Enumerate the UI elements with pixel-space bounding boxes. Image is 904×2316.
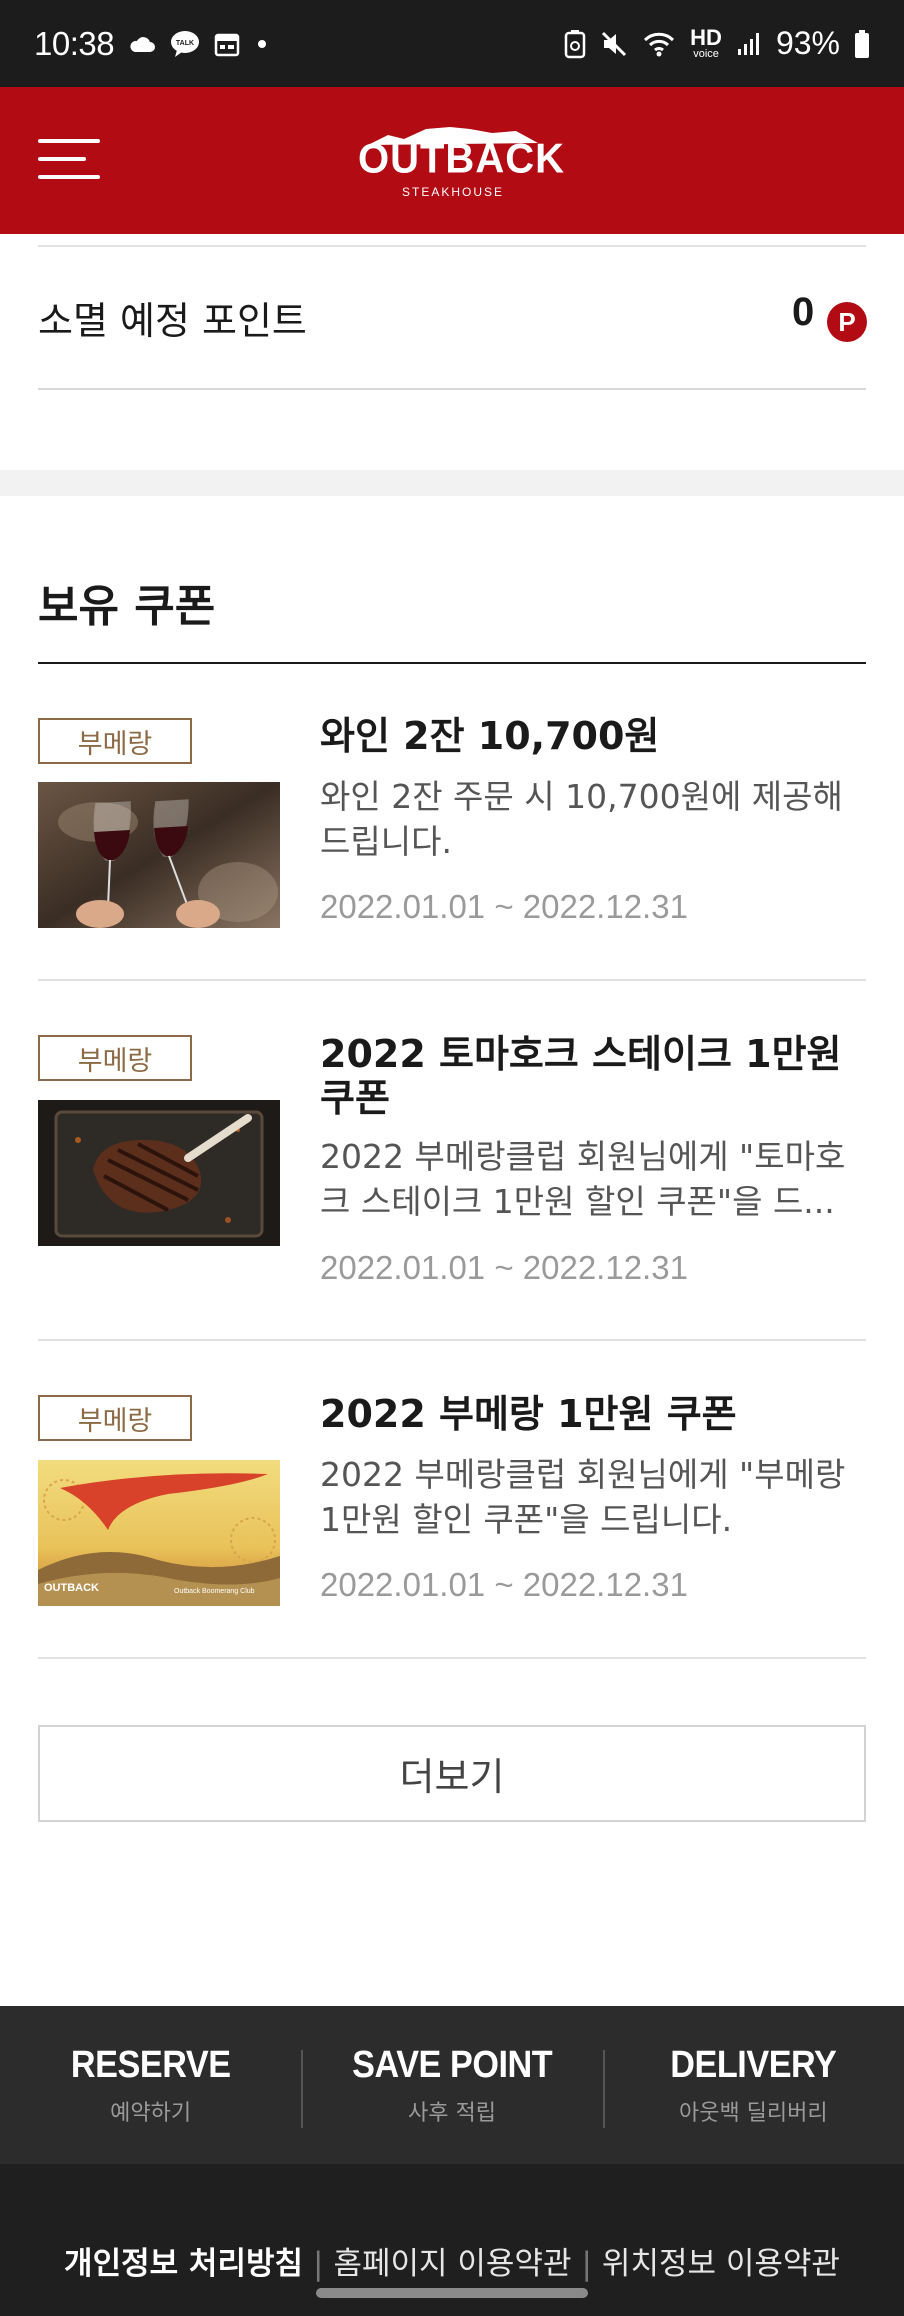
logo-text: OUTBACK: [358, 135, 565, 183]
coupon-title[interactable]: 와인 2잔 10,700원: [320, 714, 866, 758]
battery-icon: [854, 29, 870, 59]
divider: [38, 1339, 866, 1341]
divider: [38, 245, 866, 247]
coupon-title[interactable]: 2022 부메랑 1만원 쿠폰: [320, 1392, 866, 1436]
footer-item-title: SAVE POINT: [351, 2043, 553, 2086]
coupon-badge: 부메랑: [38, 718, 192, 764]
privacy-policy-link[interactable]: 개인정보 처리방침: [64, 2246, 303, 2282]
hamburger-icon: [38, 139, 100, 143]
mute-icon: [600, 30, 628, 58]
coupon-date: 2022.01.01 ~ 2022.12.31: [320, 888, 688, 925]
svg-text:TALK: TALK: [176, 40, 194, 47]
signal-icon: [736, 31, 762, 57]
coupon-description: 와인 2잔 주문 시 10,700원에 제공해 드립니다.: [320, 777, 843, 861]
boomerang-image-logo: OUTBACK: [44, 1582, 99, 1594]
coupon-badge: 부메랑: [38, 1035, 192, 1081]
footer-item-title: RESERVE: [70, 2043, 231, 2086]
tomahawk-steak-image[interactable]: [38, 1100, 280, 1246]
footer-item-subtitle: 예약하기: [110, 2100, 192, 2126]
battery-saver-icon: [564, 29, 586, 59]
footer-item-subtitle: 사후 적립: [408, 2100, 496, 2126]
cloud-icon: [128, 34, 156, 54]
dot-icon: [254, 36, 270, 52]
home-indicator[interactable]: [316, 2288, 588, 2298]
expiring-points-label: 소멸 예정 포인트: [38, 299, 307, 343]
wifi-icon: [642, 30, 676, 58]
save-point-button[interactable]: SAVE POINT 사후 적립: [301, 2006, 602, 2164]
link-separator: |: [313, 2246, 324, 2282]
footer-item-title: DELIVERY: [670, 2043, 837, 2086]
app-header: OUTBACK STEAKHOUSE: [0, 87, 904, 234]
link-separator: |: [581, 2246, 592, 2282]
expiring-points-value: 0: [792, 290, 815, 334]
footer-links-row: 개인정보 처리방침 | 홈페이지 이용약관 | 위치정보 이용약관: [0, 2238, 904, 2283]
boomerang-club-image[interactable]: OUTBACK Outback Boomerang Club: [38, 1460, 280, 1606]
hamburger-icon: [38, 175, 100, 179]
wine-glasses-image[interactable]: [38, 782, 280, 928]
coupon-badge: 부메랑: [38, 1395, 192, 1441]
boomerang-image-caption: Outback Boomerang Club: [174, 1588, 255, 1595]
coupon-date: 2022.01.01 ~ 2022.12.31: [320, 1249, 688, 1286]
divider: [38, 979, 866, 981]
divider: [38, 1657, 866, 1659]
talk-icon: TALK: [170, 30, 200, 58]
homepage-terms-link[interactable]: 홈페이지 이용약관: [333, 2246, 571, 2282]
section-separator: [0, 470, 904, 496]
logo-subtext: STEAKHOUSE: [401, 185, 505, 199]
menu-button[interactable]: [38, 133, 100, 185]
coupon-date: 2022.01.01 ~ 2022.12.31: [320, 1566, 688, 1603]
point-badge-icon: P: [827, 302, 867, 342]
divider: [38, 388, 866, 390]
coupon-description: 2022 부메랑클럽 회원님에게 "부메랑 1만원 할인 쿠폰"을 드립니다.: [320, 1455, 846, 1539]
calendar-icon: [214, 31, 240, 57]
status-bar: 10:38 TALK HD voice 93%: [0, 0, 904, 87]
delivery-button[interactable]: DELIVERY 아웃백 딜리버리: [602, 2006, 904, 2164]
outback-logo[interactable]: OUTBACK STEAKHOUSE: [358, 123, 565, 203]
coupon-title[interactable]: 2022 토마호크 스테이크 1만원 쿠폰: [320, 1032, 866, 1120]
hamburger-icon: [38, 157, 86, 161]
status-time: 10:38: [34, 24, 115, 62]
section-rule: [38, 662, 866, 664]
coupon-description: 2022 부메랑클럽 회원님에게 "토마호크 스테이크 1만원 할인 쿠폰"을 …: [320, 1137, 846, 1221]
reserve-button[interactable]: RESERVE 예약하기: [0, 2006, 301, 2164]
footer-nav: RESERVE 예약하기 SAVE POINT 사후 적립 DELIVERY 아…: [0, 2006, 904, 2164]
footer-item-subtitle: 아웃백 딜리버리: [678, 2100, 828, 2126]
location-terms-link[interactable]: 위치정보 이용약관: [602, 2246, 840, 2282]
hd-voice-indicator: HD voice: [690, 25, 722, 60]
coupons-section-title: 보유 쿠폰: [38, 581, 216, 632]
more-button[interactable]: 더보기: [38, 1725, 866, 1822]
battery-percent: 93%: [775, 25, 840, 61]
